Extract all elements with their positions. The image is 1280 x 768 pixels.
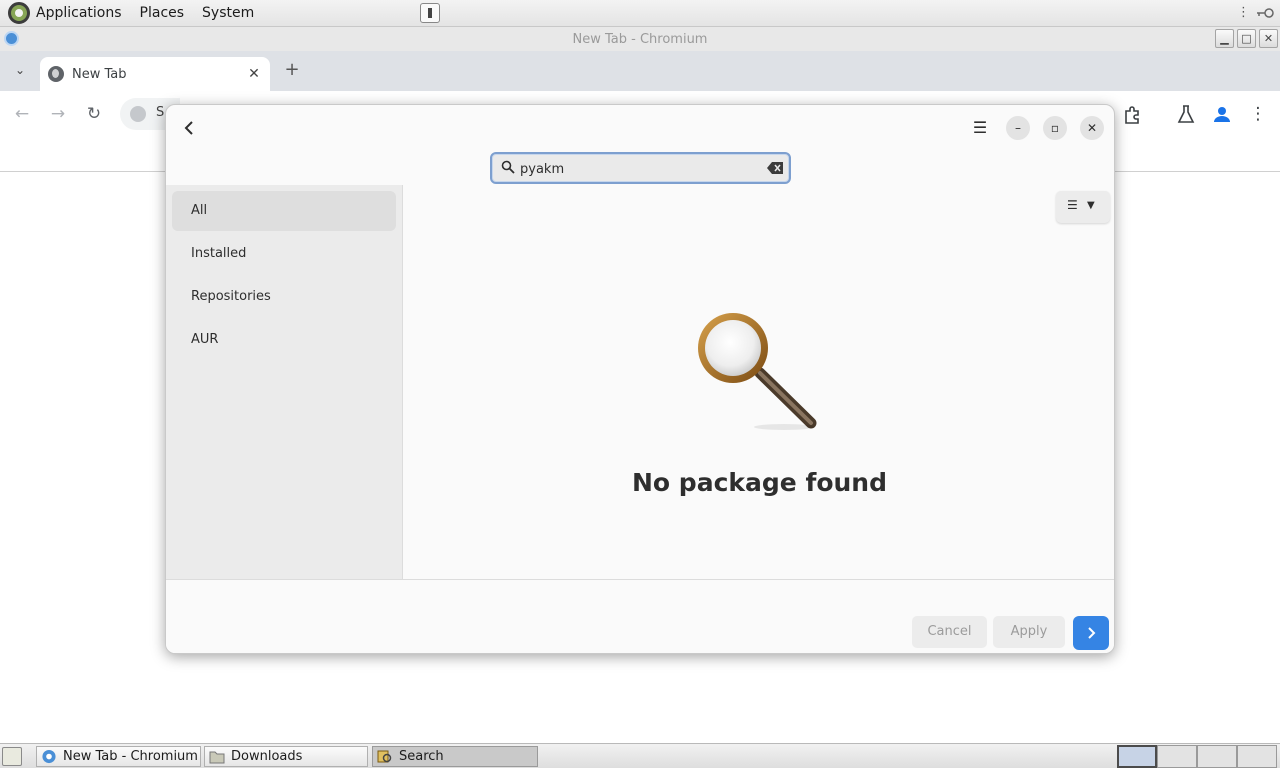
chromium-logo-icon (4, 31, 19, 46)
labs-flask-icon[interactable] (1175, 103, 1197, 125)
panel-applet-icon[interactable] (420, 3, 440, 23)
extensions-puzzle-icon[interactable] (1122, 103, 1144, 125)
workspace-1[interactable] (1117, 745, 1157, 768)
task-search[interactable]: Search (372, 746, 538, 767)
task-chromium-label: New Tab - Chromium (63, 749, 198, 764)
sidebar-item-all[interactable]: All (172, 191, 396, 231)
results-pane: ☰ ▼ No package found (403, 185, 1114, 579)
maximize-icon: □ (1241, 32, 1252, 45)
panel-tray: ⋮ (1237, 5, 1274, 20)
bottom-panel: New Tab - Chromium Downloads Search (0, 743, 1280, 768)
minimize-button[interactable]: ▁ (1215, 29, 1234, 48)
maximize-icon: ▫ (1050, 121, 1060, 135)
close-icon: ✕ (1086, 121, 1098, 135)
minimize-icon: – (1015, 121, 1021, 135)
chevron-right-icon (1088, 627, 1096, 639)
back-arrow-icon[interactable]: ← (11, 103, 33, 125)
cancel-button[interactable]: Cancel (912, 616, 987, 648)
tab-title: New Tab (72, 66, 127, 82)
globe-icon (48, 66, 64, 82)
task-downloads[interactable]: Downloads (204, 746, 368, 767)
dropdown-arrow-icon: ▼ (1087, 200, 1095, 211)
search-icon (501, 160, 515, 174)
dialog-minimize-button[interactable]: – (1006, 116, 1030, 140)
applications-menu[interactable]: Applications (0, 0, 131, 27)
close-icon: ✕ (1263, 32, 1274, 45)
task-downloads-label: Downloads (231, 749, 303, 764)
sidebar-item-installed[interactable]: Installed (172, 234, 396, 274)
reload-icon[interactable]: ↻ (83, 103, 105, 125)
tab-search-button[interactable]: ⌄ (10, 63, 30, 81)
system-menu[interactable]: System (193, 0, 263, 27)
site-info-icon (130, 106, 146, 122)
show-desktop-button[interactable] (2, 747, 22, 766)
list-view-icon: ☰ (1067, 198, 1078, 212)
window-title: New Tab - Chromium (572, 31, 708, 47)
window-controls: ▁ □ ✕ (1215, 29, 1278, 48)
next-button[interactable] (1073, 616, 1109, 650)
back-button[interactable] (178, 117, 200, 139)
minimize-icon: ▁ (1220, 32, 1229, 45)
profile-avatar-icon[interactable] (1211, 103, 1233, 125)
category-sidebar: All Installed Repositories AUR (166, 185, 403, 579)
network-key-icon[interactable] (1256, 7, 1274, 19)
applications-menu-label: Applications (36, 5, 122, 21)
package-search-icon (377, 750, 392, 763)
dialog-maximize-button[interactable]: ▫ (1043, 116, 1067, 140)
kebab-menu-icon[interactable]: ⋮ (1247, 103, 1269, 125)
view-mode-button[interactable]: ☰ ▼ (1056, 191, 1110, 223)
search-input[interactable] (520, 159, 750, 179)
chevron-down-icon: ⌄ (14, 63, 26, 77)
hamburger-icon: ☰ (972, 118, 988, 137)
folder-icon (209, 751, 225, 764)
workspace-2[interactable] (1157, 745, 1197, 768)
sidebar-item-repositories[interactable]: Repositories (172, 277, 396, 317)
maximize-button[interactable]: □ (1237, 29, 1256, 48)
close-button[interactable]: ✕ (1259, 29, 1278, 48)
magnifying-glass-icon (698, 313, 817, 430)
new-tab-button[interactable]: + (282, 61, 302, 81)
chevron-left-icon (184, 121, 193, 135)
dialog-footer: Cancel Apply (166, 579, 1114, 653)
package-search-dialog: ☰ – ▫ ✕ All Installed Repositories AUR ☰… (165, 104, 1115, 654)
chromium-logo-icon (42, 749, 56, 764)
apply-button[interactable]: Apply (993, 616, 1065, 648)
tab-strip: ⌄ New Tab ✕ + (0, 51, 1280, 91)
empty-state-message: No package found (632, 468, 887, 497)
panel-separator-icon: ⋮ (1237, 5, 1250, 20)
hamburger-menu-button[interactable]: ☰ (969, 117, 991, 139)
task-search-label: Search (399, 749, 444, 764)
plus-icon: + (284, 59, 300, 80)
workspace-switcher (1117, 745, 1277, 768)
tab-new-tab[interactable]: New Tab ✕ (40, 57, 270, 91)
places-menu[interactable]: Places (131, 0, 194, 27)
browser-titlebar: New Tab - Chromium ▁ □ ✕ (0, 27, 1280, 51)
forward-arrow-icon[interactable]: → (47, 103, 69, 125)
task-chromium[interactable]: New Tab - Chromium (36, 746, 201, 767)
workspace-4[interactable] (1237, 745, 1277, 768)
dialog-close-button[interactable]: ✕ (1080, 116, 1104, 140)
address-bar-text: S (156, 105, 165, 120)
dialog-header: ☰ – ▫ ✕ (166, 105, 1114, 185)
workspace-3[interactable] (1197, 745, 1237, 768)
tab-close-icon[interactable]: ✕ (242, 66, 266, 82)
sidebar-item-aur[interactable]: AUR (172, 320, 396, 360)
search-field[interactable] (490, 152, 791, 184)
distro-logo-icon (8, 2, 30, 24)
top-panel: Applications Places System ⋮ (0, 0, 1280, 27)
clear-text-icon[interactable] (767, 162, 783, 174)
